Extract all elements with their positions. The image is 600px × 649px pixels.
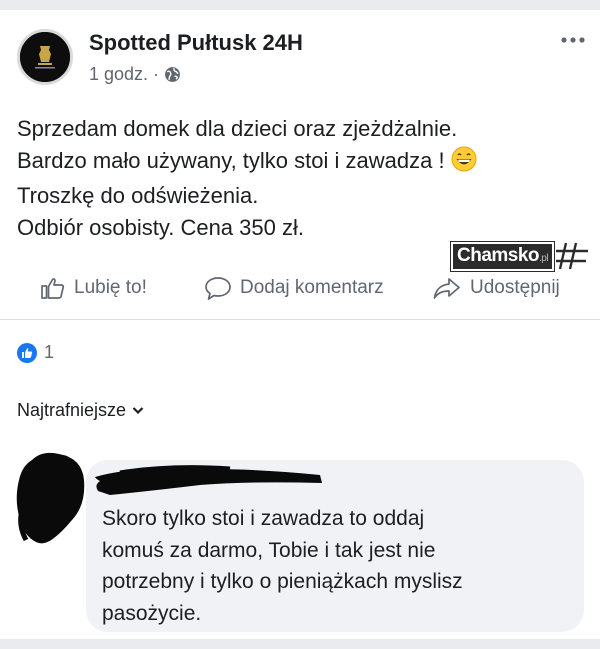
page-name[interactable]: Spotted Pułtusk 24H (89, 30, 303, 56)
share-button[interactable]: Udostępnij (432, 268, 560, 308)
watermark-logo: Chamsko.pl (449, 240, 556, 272)
grinning-face-emoji-icon (451, 146, 477, 181)
comment-button[interactable]: Dodaj komentarz (204, 268, 384, 308)
commenter-name-redacted[interactable] (90, 463, 325, 498)
post-line: Sprzedam domek dla dzieci oraz zjeżdżaln… (17, 116, 458, 141)
like-reaction-icon (17, 342, 37, 363)
reactions-summary[interactable]: 1 (17, 342, 54, 363)
thumbs-up-icon (41, 278, 65, 299)
more-options-button[interactable] (560, 30, 586, 44)
comment-text: Skoro tylko stoi i zawadza to oddaj komu… (102, 503, 463, 630)
share-label: Udostępnij (470, 277, 560, 298)
section-divider (0, 319, 600, 320)
post-line: Bardzo mało używany, tylko stoi i zawadz… (17, 147, 445, 173)
post-action-bar: Lubię to! Dodaj komentarz Udostępnij (0, 268, 600, 308)
post-line: Odbiór osobisty. Cena 350 zł. (17, 214, 304, 240)
meta-separator: · (153, 64, 160, 84)
post-line-with-emoji: Bardzo mało używany, tylko stoi i zawadz… (17, 145, 582, 181)
sort-label: Najtrafniejsze (17, 400, 127, 420)
like-label: Lubię to! (74, 277, 147, 298)
comment-line: Skoro tylko stoi i zawadza to oddaj (102, 507, 425, 530)
chevron-down-icon (132, 407, 144, 415)
hashtag-logo-icon (556, 242, 589, 270)
commenter-avatar-redacted[interactable] (14, 450, 88, 550)
page-avatar[interactable] (17, 29, 73, 85)
post-time[interactable]: 1 godz. (89, 64, 148, 85)
comment-line: potrzebny i tylko o pieniążkach myslisz (102, 570, 463, 594)
more-horizontal-icon (561, 37, 585, 43)
watermark-text: Chamsko (457, 244, 540, 266)
share-arrow-icon (433, 278, 460, 299)
page-logo-icon (20, 32, 70, 82)
post-line: Troszkę do odświeżenia. (17, 183, 259, 208)
like-button[interactable]: Lubię to! (40, 268, 147, 308)
top-border (0, 0, 600, 10)
globe-icon (165, 67, 180, 82)
reaction-count: 1 (44, 342, 55, 362)
post-text: Sprzedam domek dla dzieci oraz zjeżdżaln… (17, 113, 582, 243)
comment-label: Dodaj komentarz (240, 277, 384, 298)
watermark-suffix: .pl (539, 252, 549, 264)
comments-sort-dropdown[interactable]: Najtrafniejsze (17, 400, 144, 421)
post-meta: 1 godz. · (89, 64, 181, 85)
comment-bubble-icon (205, 277, 231, 300)
bottom-border (0, 639, 600, 649)
comment-line: komuś za darmo, Tobie i tak jest nie (102, 538, 436, 562)
watermark: Chamsko.pl (449, 240, 590, 272)
comment-line: pasożycie. (102, 602, 202, 626)
